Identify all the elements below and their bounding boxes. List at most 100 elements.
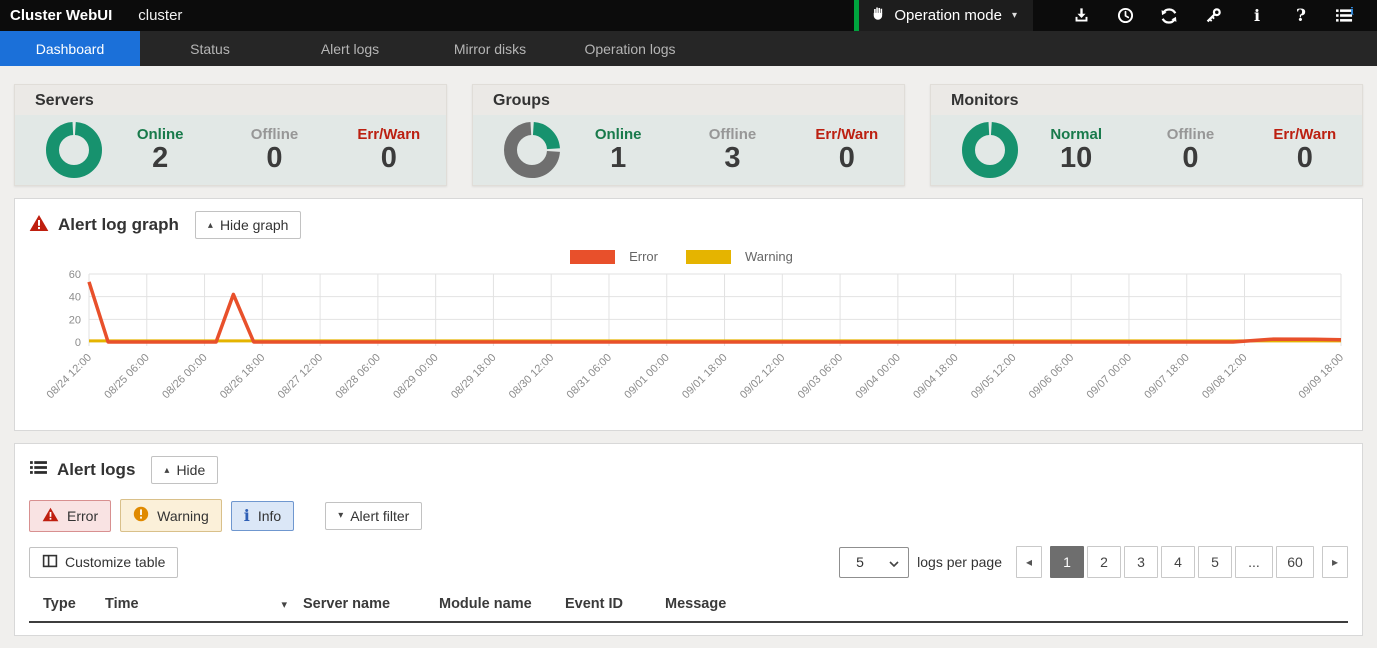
tab-dashboard[interactable]: Dashboard <box>0 31 140 66</box>
svg-text:09/02 12:00: 09/02 12:00 <box>738 352 788 402</box>
chevron-down-icon: ▾ <box>1012 10 1017 21</box>
hand-icon <box>871 6 886 25</box>
svg-text:09/04 00:00: 09/04 00:00 <box>853 352 903 402</box>
stat-err-warn: Err/Warn 0 <box>332 126 446 173</box>
svg-text:08/29 18:00: 08/29 18:00 <box>449 352 499 402</box>
alert-filter-button[interactable]: ▾ Alert filter <box>325 502 422 530</box>
operation-mode-dropdown[interactable]: Operation mode ▾ <box>854 0 1033 31</box>
operation-mode-label: Operation mode <box>894 7 1002 24</box>
caret-down-icon: ▾ <box>338 510 343 521</box>
next-page-button[interactable]: ▸ <box>1322 546 1348 578</box>
card-title: Monitors <box>931 85 1362 115</box>
svg-text:08/24 12:00: 08/24 12:00 <box>45 352 95 402</box>
tab-alert-logs[interactable]: Alert logs <box>280 31 420 66</box>
svg-text:08/31 06:00: 08/31 06:00 <box>565 352 615 402</box>
chart-legend: ErrorWarning <box>29 249 1348 264</box>
key-icon[interactable] <box>1191 0 1235 31</box>
tab-operation-logs[interactable]: Operation logs <box>560 31 700 66</box>
chevron-down-icon <box>889 554 899 570</box>
column-header-type[interactable]: Type <box>43 596 105 612</box>
svg-text:09/09 18:00: 09/09 18:00 <box>1297 352 1347 402</box>
filter-info-icon: i <box>244 508 250 524</box>
svg-text:09/04 18:00: 09/04 18:00 <box>911 352 961 402</box>
top-bar: Cluster WebUI cluster Operation mode ▾ i… <box>0 0 1377 31</box>
svg-text:08/25 06:00: 08/25 06:00 <box>102 352 152 402</box>
card-title: Servers <box>15 85 446 115</box>
app-title: Cluster WebUI <box>10 7 112 24</box>
filter-error-button[interactable]: Error <box>29 500 111 532</box>
stat-offline: Offline 3 <box>675 126 789 173</box>
page-button-3[interactable]: 3 <box>1124 546 1158 578</box>
card-title: Groups <box>473 85 904 115</box>
alert-log-graph-panel: Alert log graph ▴ Hide graph ErrorWarnin… <box>14 198 1363 431</box>
page-button-...[interactable]: ... <box>1235 546 1273 578</box>
card-monitors: Monitors Normal 10 Offline 0 Err/Warn 0 <box>930 84 1363 186</box>
svg-text:40: 40 <box>69 292 81 304</box>
caret-up-icon: ▴ <box>208 220 213 231</box>
alert-log-chart: 0 20 40 60 08/24 12:0008/25 06:0008/26 00:00… <box>29 266 1348 418</box>
svg-text:09/08 12:00: 09/08 12:00 <box>1200 352 1250 402</box>
stat-normal: Normal 10 <box>1019 126 1133 173</box>
stat-offline: Offline 0 <box>1133 126 1247 173</box>
column-header-server-name[interactable]: Server name <box>303 596 439 612</box>
column-header-time[interactable]: Time▾ <box>105 596 303 612</box>
filter-warning-button[interactable]: Warning <box>120 499 222 532</box>
download-icon[interactable] <box>1059 0 1103 31</box>
alert-log-graph-title: Alert log graph <box>58 215 179 235</box>
clock-icon[interactable] <box>1103 0 1147 31</box>
stat-err-warn: Err/Warn 0 <box>790 126 904 173</box>
filter-error-icon <box>42 507 59 525</box>
customize-table-button[interactable]: Customize table <box>29 547 178 578</box>
alert-logs-panel: Alert logs ▴ Hide Error Warning i Info ▾… <box>14 443 1363 636</box>
page-button-5[interactable]: 5 <box>1198 546 1232 578</box>
prev-page-button[interactable]: ◂ <box>1016 546 1042 578</box>
svg-text:08/26 00:00: 08/26 00:00 <box>160 352 210 402</box>
column-header-event-id[interactable]: Event ID <box>565 596 665 612</box>
refresh-icon[interactable] <box>1147 0 1191 31</box>
stat-err-warn: Err/Warn 0 <box>1248 126 1362 173</box>
list-icon <box>29 459 48 481</box>
svg-text:09/07 00:00: 09/07 00:00 <box>1084 352 1134 402</box>
tab-status[interactable]: Status <box>140 31 280 66</box>
page-button-2[interactable]: 2 <box>1087 546 1121 578</box>
hide-graph-button[interactable]: ▴ Hide graph <box>195 211 302 239</box>
svg-text:08/26 18:00: 08/26 18:00 <box>218 352 268 402</box>
svg-text:09/05 12:00: 09/05 12:00 <box>969 352 1019 402</box>
caret-up-icon: ▴ <box>164 465 169 476</box>
svg-text:0: 0 <box>75 337 81 349</box>
svg-text:09/01 00:00: 09/01 00:00 <box>622 352 672 402</box>
header-toolbar: i?i <box>1033 0 1377 31</box>
svg-text:08/27 12:00: 08/27 12:00 <box>276 352 326 402</box>
svg-text:09/03 06:00: 09/03 06:00 <box>796 352 846 402</box>
svg-text:20: 20 <box>69 314 81 326</box>
tab-mirror-disks[interactable]: Mirror disks <box>420 31 560 66</box>
page-size-select[interactable]: 5 <box>839 547 909 578</box>
filter-info-button[interactable]: i Info <box>231 501 294 531</box>
pagination: 5 logs per page ◂ 12345...60 ▸ <box>839 546 1348 578</box>
svg-text:09/07 18:00: 09/07 18:00 <box>1142 352 1192 402</box>
sort-desc-icon: ▾ <box>281 598 287 611</box>
log-table-header: Type Time▾ Server name Module name Event… <box>29 596 1348 623</box>
svg-text:08/29 00:00: 08/29 00:00 <box>391 352 441 402</box>
info-icon[interactable]: i <box>1235 0 1279 31</box>
column-header-message[interactable]: Message <box>665 596 1348 612</box>
stat-online: Online 2 <box>103 126 217 173</box>
page-button-4[interactable]: 4 <box>1161 546 1195 578</box>
card-groups: Groups Online 1 Offline 3 Err/Warn 0 <box>472 84 905 186</box>
svg-text:60: 60 <box>69 269 81 281</box>
servers-donut-chart <box>45 121 103 179</box>
warning-triangle-icon <box>29 214 49 237</box>
legend-label: Error <box>629 249 658 264</box>
manual-icon[interactable]: i <box>1323 0 1367 31</box>
table-columns-icon <box>42 553 58 572</box>
monitors-donut-chart <box>961 121 1019 179</box>
alert-logs-title: Alert logs <box>57 460 135 480</box>
help-icon[interactable]: ? <box>1279 0 1323 31</box>
per-page-label: logs per page <box>917 554 1002 570</box>
page-buttons: 12345...60 <box>1050 546 1314 578</box>
column-header-module-name[interactable]: Module name <box>439 596 565 612</box>
page-button-60[interactable]: 60 <box>1276 546 1314 578</box>
page-button-1[interactable]: 1 <box>1050 546 1084 578</box>
hide-logs-button[interactable]: ▴ Hide <box>151 456 218 484</box>
summary-cards: Servers Online 2 Offline 0 Err/Warn 0 Gr… <box>14 84 1363 186</box>
